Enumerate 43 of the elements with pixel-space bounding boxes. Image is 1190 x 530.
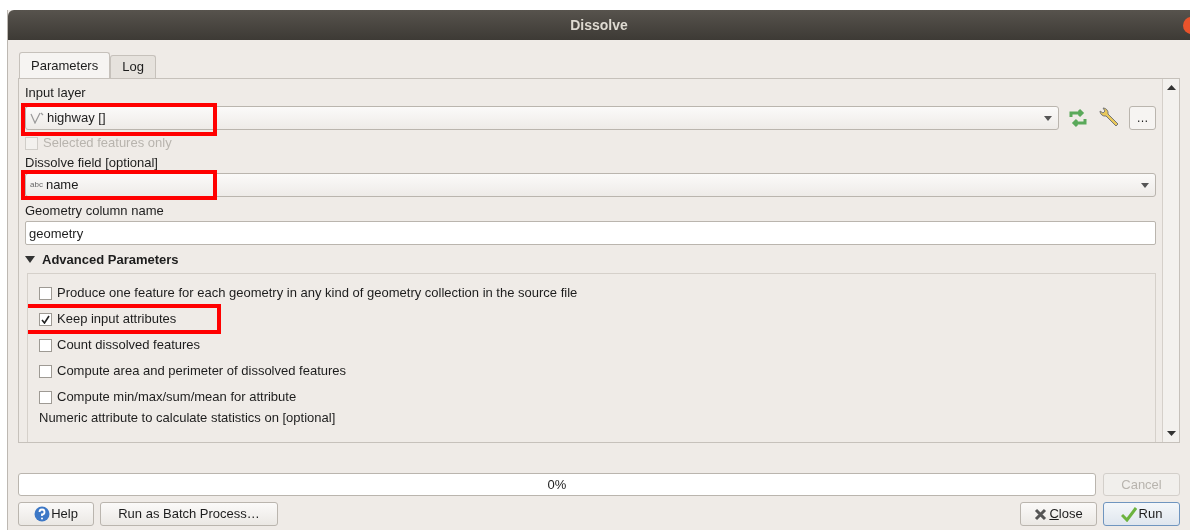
field-label: Geometry column name [25,202,164,219]
help-icon [34,506,51,522]
geometry-column-input[interactable]: geometry [25,221,1156,245]
checkbox[interactable] [39,286,52,300]
close-icon [1034,507,1048,521]
dropdown-caret-icon [1044,115,1052,121]
checkbox-label: Produce one feature for each geometry in any kind of geometry collection in the source file [57,284,578,303]
dissolve-field-value: name [45,176,79,195]
input-layer-dropdown[interactable]: highway [] [25,106,1059,130]
scrollbar[interactable] [1162,79,1179,442]
checkbox[interactable] [39,390,52,404]
field-label: Input layer [25,84,87,102]
wrench-icon[interactable] [1097,107,1121,129]
field-type-label: abc [30,179,43,191]
checkbox[interactable] [39,338,52,352]
help-button[interactable]: Help [18,502,94,526]
dropdown-caret-icon [1141,182,1149,188]
tab[interactable]: Log [110,55,156,78]
tab[interactable]: Parameters [19,52,111,78]
checkbox[interactable] [39,364,52,378]
refresh-icon[interactable] [1067,108,1089,128]
batch-process-button[interactable]: Run as Batch Process… [100,502,278,526]
input-layer-value: highway [] [47,109,106,128]
dissolve-field-dropdown[interactable]: abc name [25,173,1156,197]
advanced-parameters-toggle[interactable]: Advanced Parameters [25,251,179,269]
check-icon [1120,506,1137,522]
scroll-down-icon[interactable] [1166,431,1176,436]
close-button[interactable]: Close [1020,502,1097,526]
checkbox-label: Count dissolved features [57,336,201,355]
checkbox-label: Keep input attributes [57,310,177,329]
checkbox[interactable] [39,312,52,326]
scroll-up-icon[interactable] [1166,85,1176,90]
checkbox-label: Compute area and perimeter of dissolved features [57,362,347,381]
expand-triangle-icon [25,256,35,264]
field-label: Numeric attribute to calculate statistics on [optional] [39,410,336,426]
progress-reading: 0% [547,475,567,494]
checkbox-label: Compute min/max/sum/mean for attribute [57,388,297,407]
field-label: Dissolve field [optional] [25,154,158,171]
window-title: Dissolve [570,15,628,35]
line-layer-icon [30,112,44,124]
run-button[interactable]: Run [1103,502,1180,526]
more-options-button[interactable]: … [1129,106,1156,130]
checkbox-label: Selected features only [43,134,172,153]
